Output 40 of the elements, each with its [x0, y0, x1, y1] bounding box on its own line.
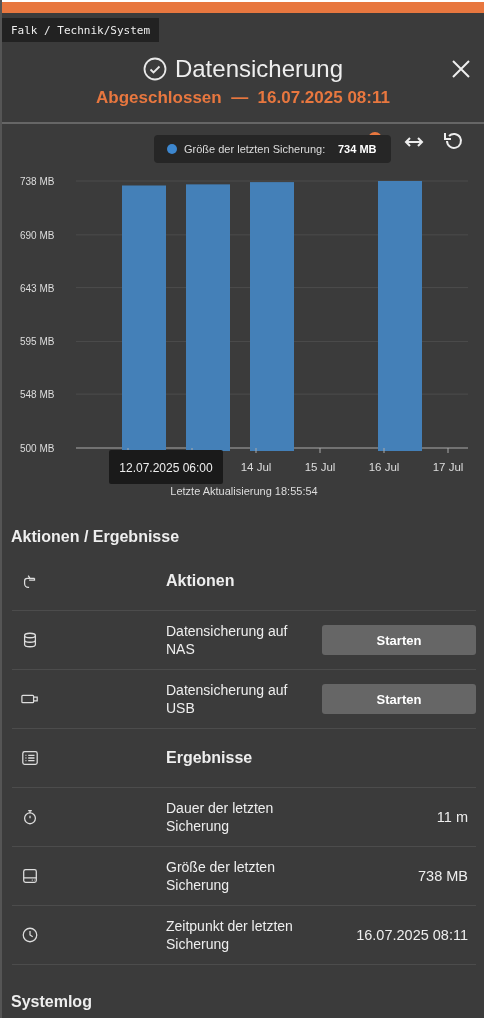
- pan-icon[interactable]: [404, 137, 424, 147]
- chart-footer: Letzte Aktualisierung 18:55:54: [170, 485, 318, 497]
- start-button[interactable]: Starten: [322, 625, 476, 655]
- tooltip-value: 734 MB: [338, 143, 377, 155]
- list-icon: [21, 749, 39, 767]
- section-title: Systemlog: [10, 992, 93, 1011]
- breadcrumb: Falk / Technik/System: [2, 18, 160, 42]
- row-heading: Aktionen: [166, 572, 236, 590]
- check-circle-icon: [142, 57, 167, 81]
- x-axis-label: 17 Jul: [432, 461, 464, 473]
- row-value: 11 m: [435, 809, 469, 825]
- section-title: Aktionen / Ergebnisse: [10, 527, 181, 547]
- y-axis-label: 643 MB: [20, 282, 55, 294]
- row-heading: Ergebnisse: [166, 749, 254, 767]
- row-label: Größe der letzten Sicherung: [166, 858, 276, 894]
- y-axis-label: 738 MB: [20, 176, 55, 187]
- row-label: Zeitpunkt der letzten Sicherung: [166, 917, 294, 953]
- row-value: 16.07.2025 08:11: [355, 927, 469, 943]
- reset-icon[interactable]: [444, 132, 462, 149]
- row-label: Datensicherung auf NAS: [166, 622, 289, 658]
- stopwatch-icon: [21, 808, 39, 826]
- row-label: Datensicherung auf USB: [166, 681, 289, 717]
- database-icon: [21, 631, 39, 649]
- y-axis-label: 690 MB: [20, 229, 55, 241]
- status-line: Abgeschlossen — 16.07.2025 08:11: [95, 88, 391, 108]
- y-axis-label: 595 MB: [20, 336, 55, 348]
- x-axis-label: 16 Jul: [368, 461, 400, 473]
- row-value: 738 MB: [417, 868, 469, 884]
- y-axis-label: 500 MB: [20, 443, 55, 454]
- close-button[interactable]: [450, 58, 472, 80]
- x-tooltip-label: 12.07.2025 06:00: [119, 461, 213, 475]
- row-label: Dauer der letzten Sicherung: [166, 799, 275, 835]
- hard-drive-icon: [21, 867, 39, 885]
- tooltip-label: Größe der letzten Sicherung:: [184, 143, 326, 155]
- start-button[interactable]: Starten: [322, 684, 476, 714]
- dialog-title: Datensicherung: [174, 55, 344, 83]
- x-axis-label: 15 Jul: [304, 461, 336, 473]
- clock-icon: [21, 926, 39, 944]
- x-axis-label: 14 Jul: [240, 461, 272, 473]
- y-axis-label: 548 MB: [20, 389, 55, 401]
